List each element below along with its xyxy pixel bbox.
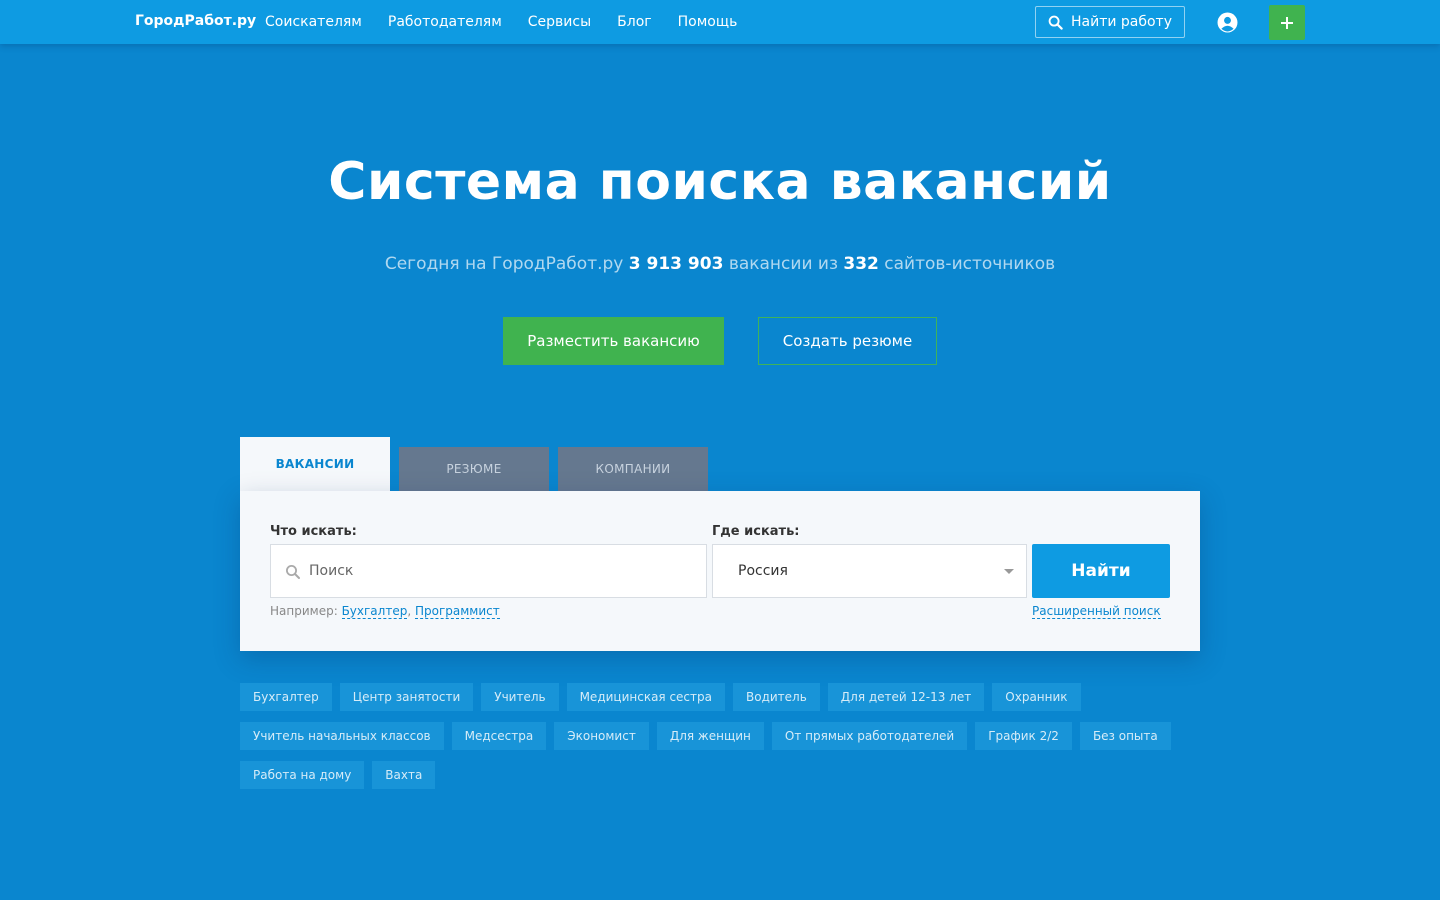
search-input[interactable]	[309, 545, 699, 597]
tag-item[interactable]: Медицинская сестра	[566, 683, 725, 711]
tag-item[interactable]: Медсестра	[451, 722, 547, 750]
example-link-accountant[interactable]: Бухгалтер	[341, 604, 408, 619]
tag-row: Работа на дому Вахта	[240, 761, 1200, 789]
source-count: 332	[843, 254, 879, 274]
tag-item[interactable]: Учитель начальных классов	[240, 722, 444, 750]
hero-sub-middle: вакансии из	[728, 254, 838, 274]
find-job-label: Найти работу	[1070, 14, 1172, 30]
hero-sub-prefix: Сегодня на ГородРабот.ру	[384, 254, 624, 274]
where-label: Где искать:	[712, 524, 800, 539]
location-value: Россия	[738, 563, 788, 579]
tab-vacancies[interactable]: ВАКАНСИИ	[240, 437, 390, 491]
post-vacancy-button[interactable]: Разместить вакансию	[503, 317, 724, 365]
top-header: ГородРабот.ру Соискателям Работодателям …	[0, 0, 1440, 44]
tab-resume[interactable]: РЕЗЮМЕ	[399, 447, 549, 491]
hero-subtitle: Сегодня на ГородРабот.ру 3 913 903 вакан…	[0, 254, 1440, 274]
tag-item[interactable]: От прямых работодателей	[771, 722, 968, 750]
nav-item-employers[interactable]: Работодателям	[388, 14, 502, 30]
tag-item[interactable]: Вахта	[372, 761, 436, 789]
user-circle-icon[interactable]	[1217, 12, 1238, 33]
nav-item-job-seekers[interactable]: Соискателям	[265, 14, 362, 30]
plus-icon	[1281, 16, 1293, 29]
example-link-programmer[interactable]: Программист	[414, 604, 500, 619]
what-label: Что искать:	[270, 524, 357, 539]
nav-item-help[interactable]: Помощь	[678, 14, 738, 30]
tag-item[interactable]: График 2/2	[975, 722, 1072, 750]
advanced-search-link[interactable]: Расширенный поиск	[1032, 604, 1161, 619]
tag-item[interactable]: Для детей 12-13 лет	[827, 683, 985, 711]
search-field[interactable]	[270, 544, 707, 598]
vacancy-count: 3 913 903	[628, 254, 724, 274]
search-icon	[1048, 15, 1063, 30]
hero-sub-suffix: сайтов-источников	[884, 254, 1056, 274]
tag-item[interactable]: Без опыта	[1079, 722, 1171, 750]
tag-item[interactable]: Работа на дому	[240, 761, 365, 789]
tag-item[interactable]: Водитель	[733, 683, 820, 711]
tag-item[interactable]: Охранник	[992, 683, 1081, 711]
tag-item[interactable]: Центр занятости	[339, 683, 474, 711]
tab-companies[interactable]: КОМПАНИИ	[558, 447, 708, 491]
add-button[interactable]	[1269, 5, 1305, 40]
find-button[interactable]: Найти	[1032, 544, 1170, 598]
search-icon	[286, 565, 300, 579]
popular-tags: Бухгалтер Центр занятости Учитель Медици…	[240, 683, 1200, 800]
nav-item-blog[interactable]: Блог	[617, 14, 651, 30]
tag-row: Учитель начальных классов Медсестра Экон…	[240, 722, 1200, 750]
chevron-down-icon	[1004, 569, 1014, 574]
create-resume-button[interactable]: Создать резюме	[758, 317, 937, 365]
advanced-search: Расширенный поиск	[1032, 604, 1161, 619]
search-examples: Например: Бухгалтер, Программист	[270, 604, 500, 619]
example-prefix: Например:	[270, 604, 338, 618]
nav-item-services[interactable]: Сервисы	[528, 14, 591, 30]
tag-item[interactable]: Экономист	[554, 722, 649, 750]
tag-row: Бухгалтер Центр занятости Учитель Медици…	[240, 683, 1200, 711]
tag-item[interactable]: Учитель	[481, 683, 559, 711]
main-nav: Соискателям Работодателям Сервисы Блог П…	[265, 14, 763, 30]
hero-title: Система поиска вакансий	[328, 152, 1112, 212]
find-job-button[interactable]: Найти работу	[1035, 6, 1185, 38]
site-logo[interactable]: ГородРабот.ру	[135, 13, 256, 29]
tag-item[interactable]: Для женщин	[656, 722, 764, 750]
search-panel: Что искать: Где искать: Россия Найти Нап…	[240, 491, 1200, 651]
tag-item[interactable]: Бухгалтер	[240, 683, 332, 711]
location-select[interactable]: Россия	[712, 544, 1027, 598]
